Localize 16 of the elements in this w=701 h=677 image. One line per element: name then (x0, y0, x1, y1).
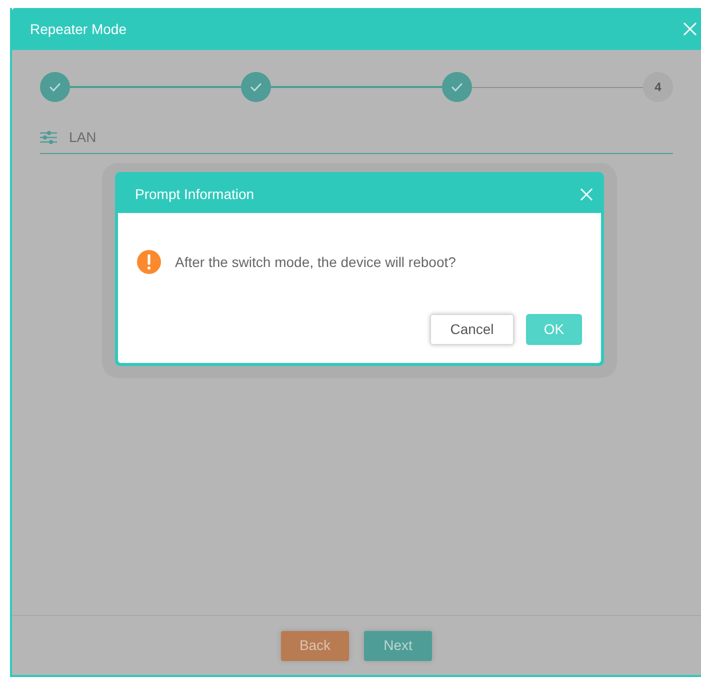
sliders-icon (40, 131, 57, 144)
ok-button[interactable]: OK (526, 314, 582, 345)
next-button[interactable]: Next (364, 630, 432, 660)
check-icon (451, 82, 463, 92)
cancel-button[interactable]: Cancel (430, 314, 514, 345)
check-icon (250, 82, 262, 92)
close-icon[interactable] (580, 188, 593, 200)
warning-icon (137, 250, 161, 274)
window-title: Repeater Mode (30, 20, 127, 39)
back-button[interactable]: Back (281, 630, 349, 660)
dialog-message: After the switch mode, the device will reboot? (175, 252, 456, 272)
close-icon[interactable] (683, 22, 697, 36)
check-icon (49, 82, 61, 92)
step-number: 4 (654, 79, 662, 96)
section-title: LAN (69, 128, 96, 147)
dialog-title: Prompt Information (135, 184, 254, 204)
